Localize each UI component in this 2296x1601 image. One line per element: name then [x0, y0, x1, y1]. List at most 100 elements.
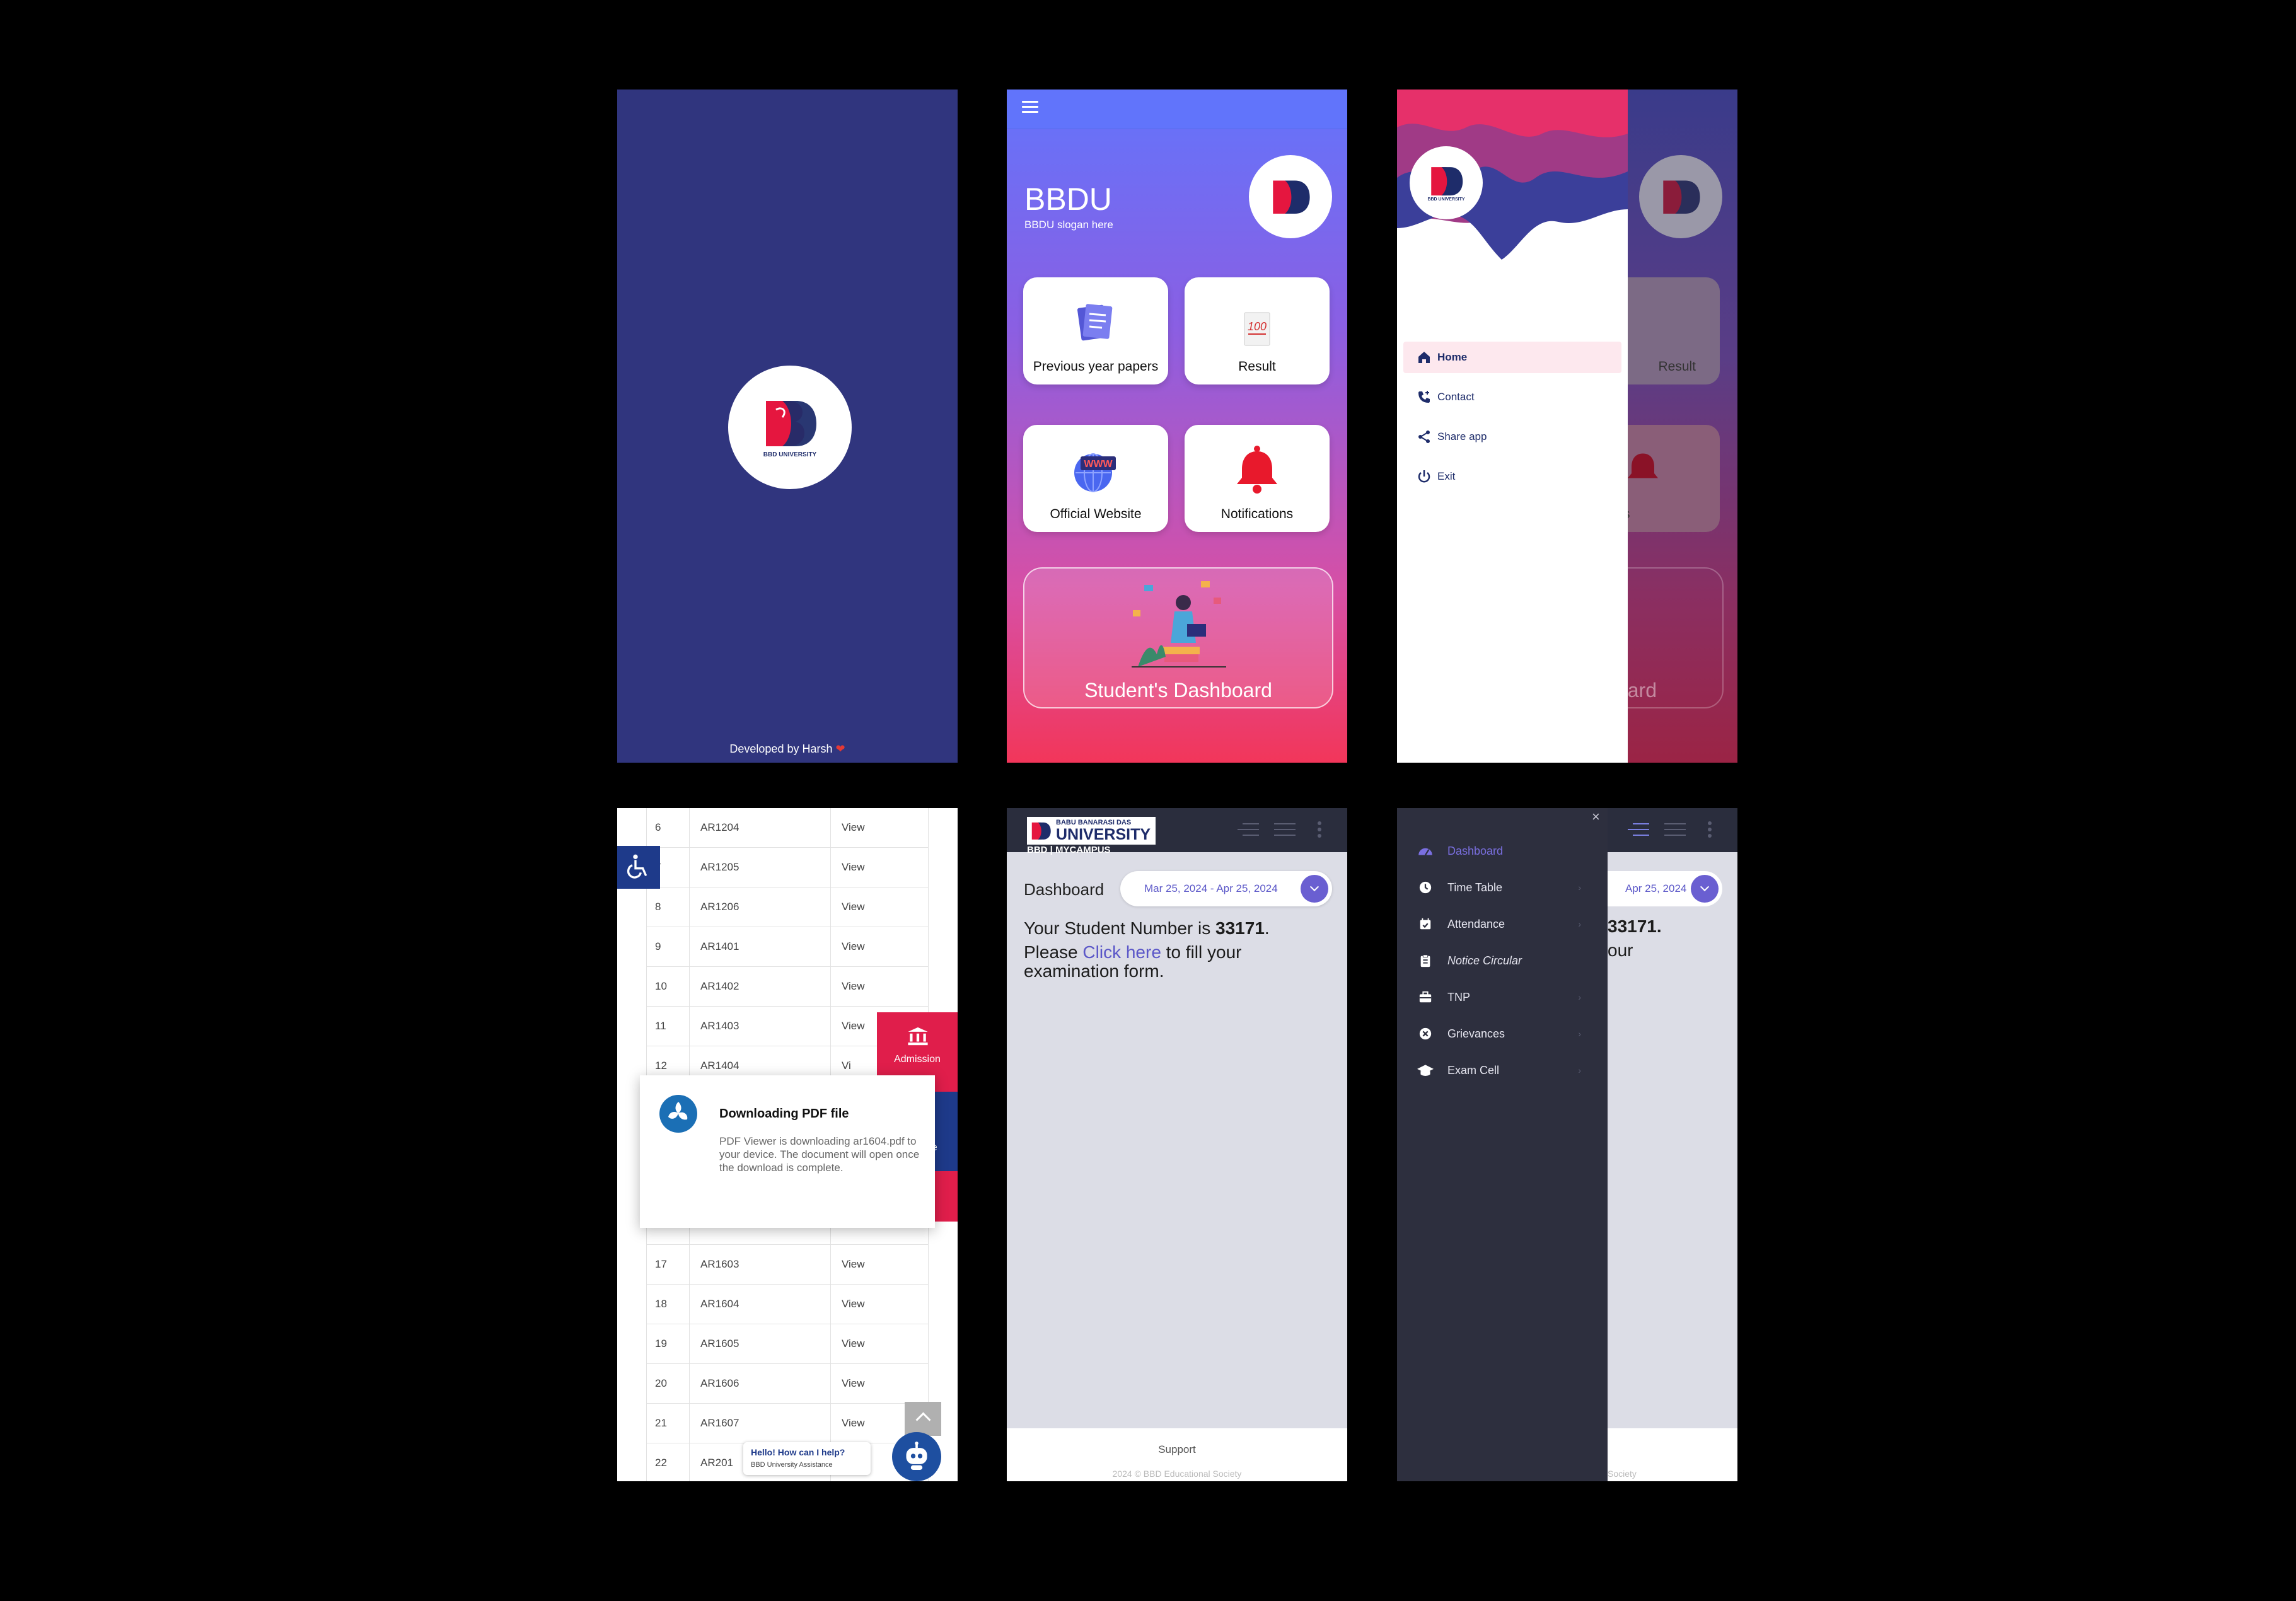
chevron-right-icon: › — [1578, 1029, 1581, 1039]
date-range-value: Mar 25, 2024 - Apr 25, 2024 — [1144, 882, 1278, 894]
view-link[interactable]: View — [842, 980, 865, 993]
chat-title: Hello! How can I help? — [751, 1447, 845, 1457]
wheelchair-icon — [627, 854, 647, 879]
sidebar-item-label: Grievances — [1447, 1027, 1505, 1040]
sidebar-item-exam-cell[interactable]: Exam Cell › — [1417, 1059, 1594, 1082]
drawer-item-contact[interactable]: Contact — [1403, 381, 1621, 413]
table-row: 9 AR1401 View — [646, 927, 929, 967]
view-link[interactable]: Vi — [842, 1060, 851, 1072]
message-fragment: our — [1608, 940, 1633, 960]
view-link[interactable]: View — [842, 1377, 865, 1390]
view-link[interactable]: View — [842, 901, 865, 913]
drawer-item-share-app[interactable]: Share app — [1403, 421, 1621, 453]
student-number: 33171. — [1608, 916, 1662, 936]
developer-credit: Developed by Harsh ❤ — [617, 743, 958, 756]
card-notifications[interactable]: Notifications — [1185, 425, 1330, 532]
scroll-to-top-button[interactable] — [905, 1402, 941, 1436]
sidebar-item-label: Dashboard — [1447, 844, 1504, 857]
view-link[interactable]: View — [842, 1417, 865, 1430]
row-number: 21 — [655, 1417, 667, 1429]
card-label: Result — [1238, 359, 1276, 374]
card-label: Notifications — [1220, 507, 1294, 521]
row-number: 6 — [655, 821, 661, 833]
chat-subtitle: BBD University Assistance — [751, 1461, 833, 1469]
date-range-picker[interactable]: Mar 25, 2024 - Apr 25, 2024 — [1120, 871, 1332, 906]
university-logo: BBD UNIVERSITY — [728, 366, 852, 489]
sidebar-item-dashboard[interactable]: Dashboard — [1417, 840, 1594, 862]
align-icon[interactable] — [1628, 822, 1649, 837]
hamburger-menu-icon[interactable] — [1022, 101, 1038, 113]
view-link[interactable]: View — [842, 1258, 865, 1271]
paper-code: AR1606 — [700, 1377, 739, 1389]
x-circle-icon — [1417, 1027, 1434, 1041]
chat-bubble[interactable]: Hello! How can I help? BBD University As… — [743, 1442, 871, 1475]
view-link[interactable]: View — [842, 1020, 865, 1032]
chevron-right-icon: › — [1578, 919, 1581, 929]
row-number: 19 — [655, 1338, 667, 1350]
dialog-body: PDF Viewer is downloading ar1604.pdf to … — [719, 1135, 920, 1174]
view-link[interactable]: View — [842, 1338, 865, 1350]
more-vertical-icon[interactable] — [1317, 821, 1322, 838]
portal-header: BABU BANARASI DAS UNIVERSITY BBD | MYCAM… — [1007, 808, 1347, 855]
close-sidebar-button[interactable]: × — [1586, 808, 1608, 827]
view-link[interactable]: View — [842, 861, 865, 874]
view-link[interactable]: View — [842, 821, 865, 834]
chevron-down-icon — [1700, 882, 1710, 892]
paper-code: AR1605 — [700, 1338, 739, 1350]
view-link[interactable]: View — [842, 1298, 865, 1310]
close-icon: × — [1592, 809, 1600, 824]
paper-code: AR1205 — [700, 861, 739, 873]
sidebar-item-tnp[interactable]: TNP › — [1417, 986, 1594, 1009]
view-link[interactable]: View — [842, 940, 865, 953]
papers-list-screen: 6AR1204View7AR1205View8AR1206View9AR1401… — [617, 808, 958, 1481]
card-previous-year-papers[interactable]: Previous year papers — [1023, 277, 1168, 384]
home-logo — [1249, 155, 1332, 238]
list-icon[interactable] — [1274, 822, 1296, 837]
students-dashboard-card[interactable]: Student's Dashboard — [1023, 567, 1333, 708]
sidebar-item-grievances[interactable]: Grievances › — [1417, 1022, 1594, 1045]
align-icon[interactable] — [1238, 822, 1259, 837]
paper-code: AR201 — [700, 1457, 733, 1469]
sidebar-item-notice-circular[interactable]: Notice Circular — [1417, 949, 1594, 972]
admission-tab-label: Admission — [894, 1054, 941, 1065]
paper-code: AR1204 — [700, 821, 739, 833]
card-result[interactable]: 100 Result — [1185, 277, 1330, 384]
sidebar-item-time-table[interactable]: Time Table › — [1417, 876, 1594, 899]
share-icon — [1418, 431, 1430, 443]
list-icon[interactable] — [1664, 822, 1686, 837]
sidebar-item-label: Attendance — [1447, 917, 1505, 930]
home-screen: BBDU BBDU slogan here Previous year pape… — [1007, 90, 1347, 763]
support-link[interactable]: Support — [1007, 1443, 1347, 1456]
institution-icon — [908, 1027, 928, 1046]
paper-code: AR1604 — [700, 1298, 739, 1310]
result-100-icon: 100 — [1244, 312, 1270, 346]
accessibility-button[interactable] — [617, 846, 660, 889]
date-range-toggle[interactable] — [1691, 875, 1719, 903]
table-row: 20 AR1606 View — [646, 1364, 929, 1404]
app-bar — [1007, 90, 1347, 129]
portal-footer: Support 2024 © BBD Educational Society — [1007, 1428, 1347, 1481]
portal-sidebar: × Dashboard Time Table › Attendance › Notice … — [1397, 808, 1608, 1481]
message-suffix: . — [1264, 918, 1270, 938]
drawer-item-exit[interactable]: Exit — [1403, 461, 1621, 492]
student-illustration-icon — [1132, 581, 1226, 668]
student-number-message: Your Student Number is 33171. — [1024, 916, 1333, 940]
logo-caption: BBD UNIVERSITY — [763, 451, 817, 458]
date-range-toggle[interactable] — [1301, 875, 1328, 903]
sidebar-item-attendance[interactable]: Attendance › — [1417, 913, 1594, 935]
dashboard-card-label: Student's Dashboard — [1084, 679, 1272, 702]
dialog-title: Downloading PDF file — [719, 1107, 849, 1121]
paper-code: AR1403 — [700, 1020, 739, 1032]
copyright-fragment: Society — [1608, 1469, 1637, 1479]
copyright: 2024 © BBD Educational Society — [1112, 1469, 1242, 1479]
row-number: 8 — [655, 901, 661, 913]
card-official-website[interactable]: WWW Official Website — [1023, 425, 1168, 532]
more-vertical-icon[interactable] — [1707, 821, 1712, 838]
chevron-right-icon: › — [1578, 882, 1581, 893]
paper-code: AR1607 — [700, 1417, 739, 1429]
page-title: Dashboard — [1024, 880, 1105, 899]
drawer-item-home[interactable]: Home — [1403, 342, 1621, 373]
exam-form-message-line3: examination form. — [1024, 961, 1164, 981]
table-row: 18 AR1604 View — [646, 1285, 929, 1324]
chatbot-button[interactable] — [892, 1432, 941, 1481]
